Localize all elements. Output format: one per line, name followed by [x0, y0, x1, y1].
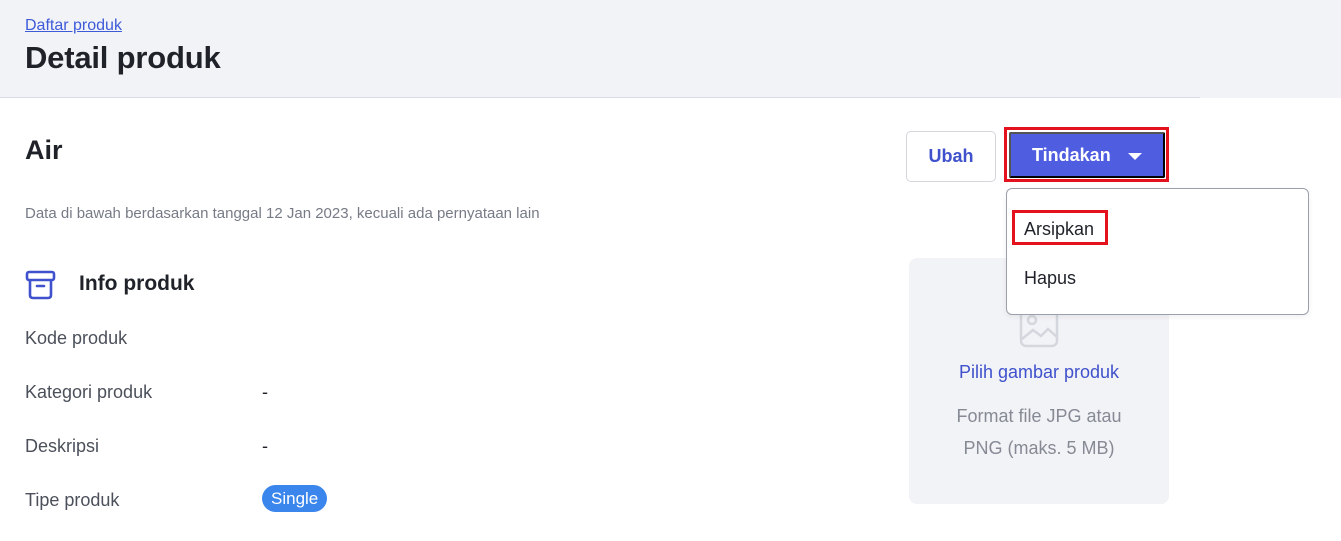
header-divider — [0, 97, 1200, 98]
product-name: Air — [25, 135, 63, 165]
value-description: - — [262, 436, 268, 456]
breadcrumb-product-list[interactable]: Daftar produk — [25, 17, 122, 35]
label-description: Deskripsi — [25, 436, 100, 456]
section-title-product-info: Info produk — [79, 272, 195, 295]
product-type-badge: Single — [262, 485, 328, 512]
label-product-category: Kategori produk — [25, 382, 153, 402]
actions-dropdown-menu: Arsipkan Hapus — [1006, 188, 1309, 315]
page-title: Detail produk — [25, 40, 221, 75]
data-date-note: Data di bawah berdasarkan tanggal 12 Jan… — [25, 205, 540, 222]
image-format-hint: Format file JPG atau PNG (maks. 5 MB) — [956, 406, 1122, 458]
menu-item-archive[interactable]: Arsipkan — [1024, 219, 1094, 240]
menu-item-delete[interactable]: Hapus — [1024, 268, 1076, 289]
actions-button-label: Tindakan — [1032, 144, 1111, 165]
edit-button[interactable]: Ubah — [906, 131, 996, 182]
label-product-code: Kode produk — [25, 328, 128, 348]
chevron-down-icon — [1128, 153, 1142, 160]
value-product-category: - — [262, 382, 268, 402]
label-product-type: Tipe produk — [25, 490, 120, 510]
archive-box-icon — [25, 270, 56, 300]
choose-product-image-link[interactable]: Pilih gambar produk — [909, 362, 1169, 383]
